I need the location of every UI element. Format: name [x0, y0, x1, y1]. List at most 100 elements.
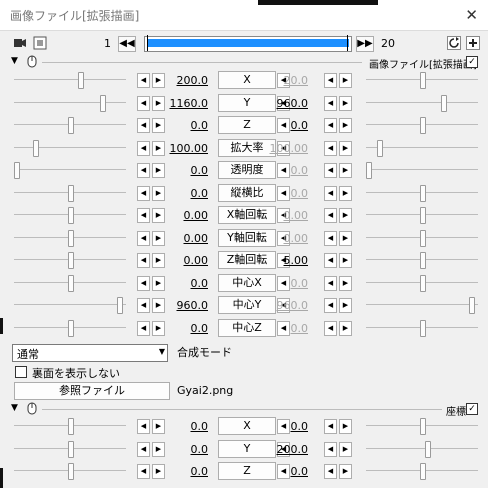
left-slider-knob[interactable] — [100, 94, 106, 112]
left-slider-knob[interactable] — [68, 319, 74, 337]
next-keyframe-button[interactable]: ▶▶ — [356, 36, 374, 52]
start-value[interactable]: 0.0 — [152, 164, 209, 177]
left-slider-knob[interactable] — [78, 72, 84, 89]
start-value[interactable]: 0.0 — [152, 465, 209, 478]
decrement-icon[interactable]: ◀ — [137, 73, 150, 88]
increment-icon[interactable]: ▶ — [339, 118, 352, 133]
add-icon[interactable] — [466, 36, 480, 50]
timeline-seekbar[interactable] — [144, 35, 352, 52]
left-slider-track[interactable] — [14, 146, 126, 148]
start-value[interactable]: 0.0 — [152, 187, 209, 200]
decrement-icon[interactable]: ◀ — [324, 253, 337, 268]
close-icon[interactable]: ✕ — [465, 6, 478, 24]
section-coord-checkbox[interactable]: ✓ — [466, 403, 478, 415]
camera-icon[interactable] — [13, 36, 27, 50]
end-value[interactable]: 20.0 — [252, 74, 309, 87]
refresh-icon[interactable] — [447, 36, 461, 50]
end-value[interactable]: 0.0 — [252, 119, 309, 132]
left-slider-knob[interactable] — [68, 274, 74, 292]
right-slider-knob[interactable] — [420, 274, 426, 292]
increment-icon[interactable]: ▶ — [339, 320, 352, 336]
right-slider-knob[interactable] — [420, 72, 426, 89]
decrement-icon[interactable]: ◀ — [324, 208, 337, 223]
end-value[interactable]: 0.0 — [252, 465, 309, 478]
decrement-icon[interactable]: ◀ — [137, 163, 150, 178]
decrement-icon[interactable]: ◀ — [137, 275, 150, 291]
increment-icon[interactable]: ▶ — [339, 275, 352, 291]
decrement-icon[interactable]: ◀ — [137, 118, 150, 133]
decrement-icon[interactable]: ◀ — [324, 441, 337, 457]
increment-icon[interactable]: ▶ — [339, 163, 352, 178]
decrement-icon[interactable]: ◀ — [137, 419, 150, 434]
decrement-icon[interactable]: ◀ — [137, 253, 150, 268]
decrement-icon[interactable]: ◀ — [324, 419, 337, 434]
end-value[interactable]: 200.0 — [252, 443, 309, 456]
increment-icon[interactable]: ▶ — [339, 185, 352, 201]
increment-icon[interactable]: ▶ — [339, 140, 352, 156]
left-slider-track[interactable] — [14, 304, 126, 305]
end-value[interactable]: 0.0 — [252, 277, 309, 290]
end-value[interactable]: 0.0 — [252, 164, 309, 177]
decrement-icon[interactable]: ◀ — [137, 464, 150, 479]
right-slider-knob[interactable] — [420, 418, 426, 435]
decrement-icon[interactable]: ◀ — [137, 95, 150, 111]
start-value[interactable]: 0.00 — [152, 254, 209, 267]
decrement-icon[interactable]: ◀ — [324, 298, 337, 313]
seek-position-marker[interactable] — [347, 35, 348, 51]
collapse-icon[interactable]: ▼ — [11, 403, 18, 413]
decrement-icon[interactable]: ◀ — [324, 73, 337, 88]
end-value[interactable]: 0.00 — [252, 232, 309, 245]
start-value[interactable]: 0.0 — [152, 277, 209, 290]
decrement-icon[interactable]: ◀ — [324, 140, 337, 156]
decrement-icon[interactable]: ◀ — [137, 298, 150, 313]
increment-icon[interactable]: ▶ — [339, 230, 352, 246]
decrement-icon[interactable]: ◀ — [324, 118, 337, 133]
left-slider-knob[interactable] — [68, 184, 74, 202]
start-value[interactable]: 0.00 — [152, 209, 209, 222]
left-slider-knob[interactable] — [14, 162, 20, 179]
left-slider-knob[interactable] — [117, 297, 123, 314]
increment-icon[interactable]: ▶ — [339, 298, 352, 313]
decrement-icon[interactable]: ◀ — [324, 464, 337, 479]
left-slider-track[interactable] — [14, 169, 126, 170]
decrement-icon[interactable]: ◀ — [137, 140, 150, 156]
left-slider-track[interactable] — [14, 101, 126, 103]
left-slider-knob[interactable] — [68, 117, 74, 134]
right-slider-knob[interactable] — [420, 252, 426, 269]
start-value[interactable]: 0.0 — [152, 322, 209, 335]
right-slider-knob[interactable] — [377, 139, 383, 157]
right-slider-track[interactable] — [366, 101, 478, 103]
right-slider-knob[interactable] — [420, 117, 426, 134]
decrement-icon[interactable]: ◀ — [137, 230, 150, 246]
start-value[interactable]: 0.0 — [152, 420, 209, 433]
increment-icon[interactable]: ▶ — [339, 441, 352, 457]
right-slider-track[interactable] — [366, 447, 478, 449]
right-slider-track[interactable] — [366, 304, 478, 305]
reference-file-button[interactable]: 参照ファイル — [14, 382, 170, 400]
end-value[interactable]: 5.00 — [252, 254, 309, 267]
decrement-icon[interactable]: ◀ — [137, 208, 150, 223]
right-slider-knob[interactable] — [420, 319, 426, 337]
right-slider-knob[interactable] — [420, 463, 426, 480]
increment-icon[interactable]: ▶ — [339, 253, 352, 268]
right-slider-knob[interactable] — [469, 297, 475, 314]
left-slider-knob[interactable] — [68, 229, 74, 247]
left-slider-track[interactable] — [14, 79, 126, 80]
decrement-icon[interactable]: ◀ — [137, 185, 150, 201]
end-value[interactable]: 0.0 — [252, 187, 309, 200]
right-slider-knob[interactable] — [366, 162, 372, 179]
end-value[interactable]: 100.00 — [252, 142, 309, 155]
decrement-icon[interactable]: ◀ — [324, 230, 337, 246]
decrement-icon[interactable]: ◀ — [324, 95, 337, 111]
left-slider-knob[interactable] — [68, 463, 74, 480]
decrement-icon[interactable]: ◀ — [137, 320, 150, 336]
right-slider-track[interactable] — [366, 169, 478, 170]
start-value[interactable]: 100.00 — [152, 142, 209, 155]
right-slider-knob[interactable] — [425, 440, 431, 458]
end-value[interactable]: 960.0 — [252, 299, 309, 312]
decrement-icon[interactable]: ◀ — [324, 320, 337, 336]
right-slider-knob[interactable] — [420, 184, 426, 202]
decrement-icon[interactable]: ◀ — [324, 275, 337, 291]
right-slider-knob[interactable] — [420, 229, 426, 247]
right-slider-knob[interactable] — [420, 207, 426, 224]
